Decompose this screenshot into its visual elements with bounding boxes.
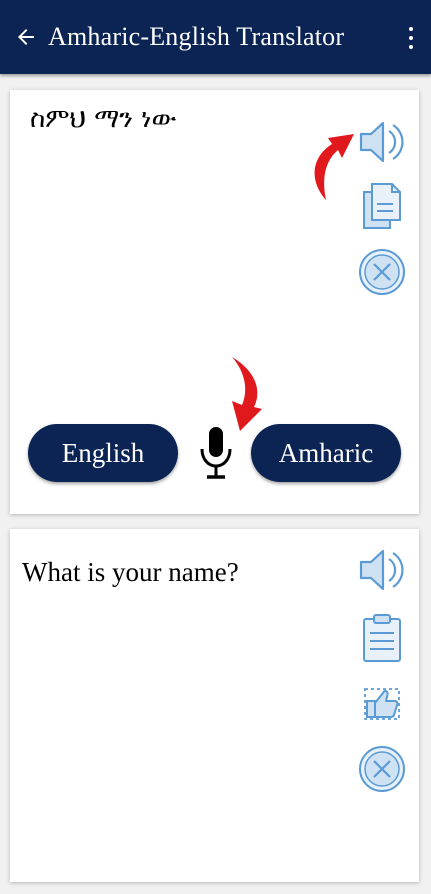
- share-icon: [364, 688, 400, 720]
- microphone-icon: [200, 427, 232, 479]
- annotation-arrow-icon: [314, 134, 354, 200]
- app-title: Amharic-English Translator: [48, 22, 345, 51]
- output-card: What is your name?: [10, 529, 419, 882]
- source-text-input[interactable]: ስምህ ማን ነው: [30, 104, 176, 135]
- copy-source-button[interactable]: [357, 182, 407, 232]
- clipboard-icon: [363, 614, 401, 662]
- speak-translation-button[interactable]: [357, 545, 407, 595]
- app-bar: Amharic-English Translator: [0, 0, 431, 74]
- speaker-icon: [359, 549, 404, 591]
- back-button[interactable]: [4, 0, 48, 74]
- source-language-button[interactable]: English: [28, 424, 178, 482]
- target-language-button[interactable]: Amharic: [251, 424, 401, 482]
- clear-icon: [359, 249, 405, 295]
- clear-icon: [359, 746, 405, 792]
- clear-source-button[interactable]: [357, 247, 407, 297]
- back-arrow-icon: [18, 29, 34, 45]
- overflow-menu-button[interactable]: [405, 27, 417, 49]
- annotation-arrow-icon: [232, 357, 262, 431]
- copy-translation-button[interactable]: [357, 613, 407, 663]
- input-card: ስምህ ማን ነው English Amharic: [10, 90, 419, 514]
- microphone-button[interactable]: [196, 425, 236, 481]
- speaker-icon: [359, 121, 404, 163]
- speak-source-button[interactable]: [357, 117, 407, 167]
- share-translation-button[interactable]: [357, 679, 407, 729]
- translated-text: What is your name?: [22, 557, 239, 587]
- copy-icon: [363, 183, 401, 229]
- more-vert-icon: [409, 27, 413, 31]
- clear-translation-button[interactable]: [357, 744, 407, 794]
